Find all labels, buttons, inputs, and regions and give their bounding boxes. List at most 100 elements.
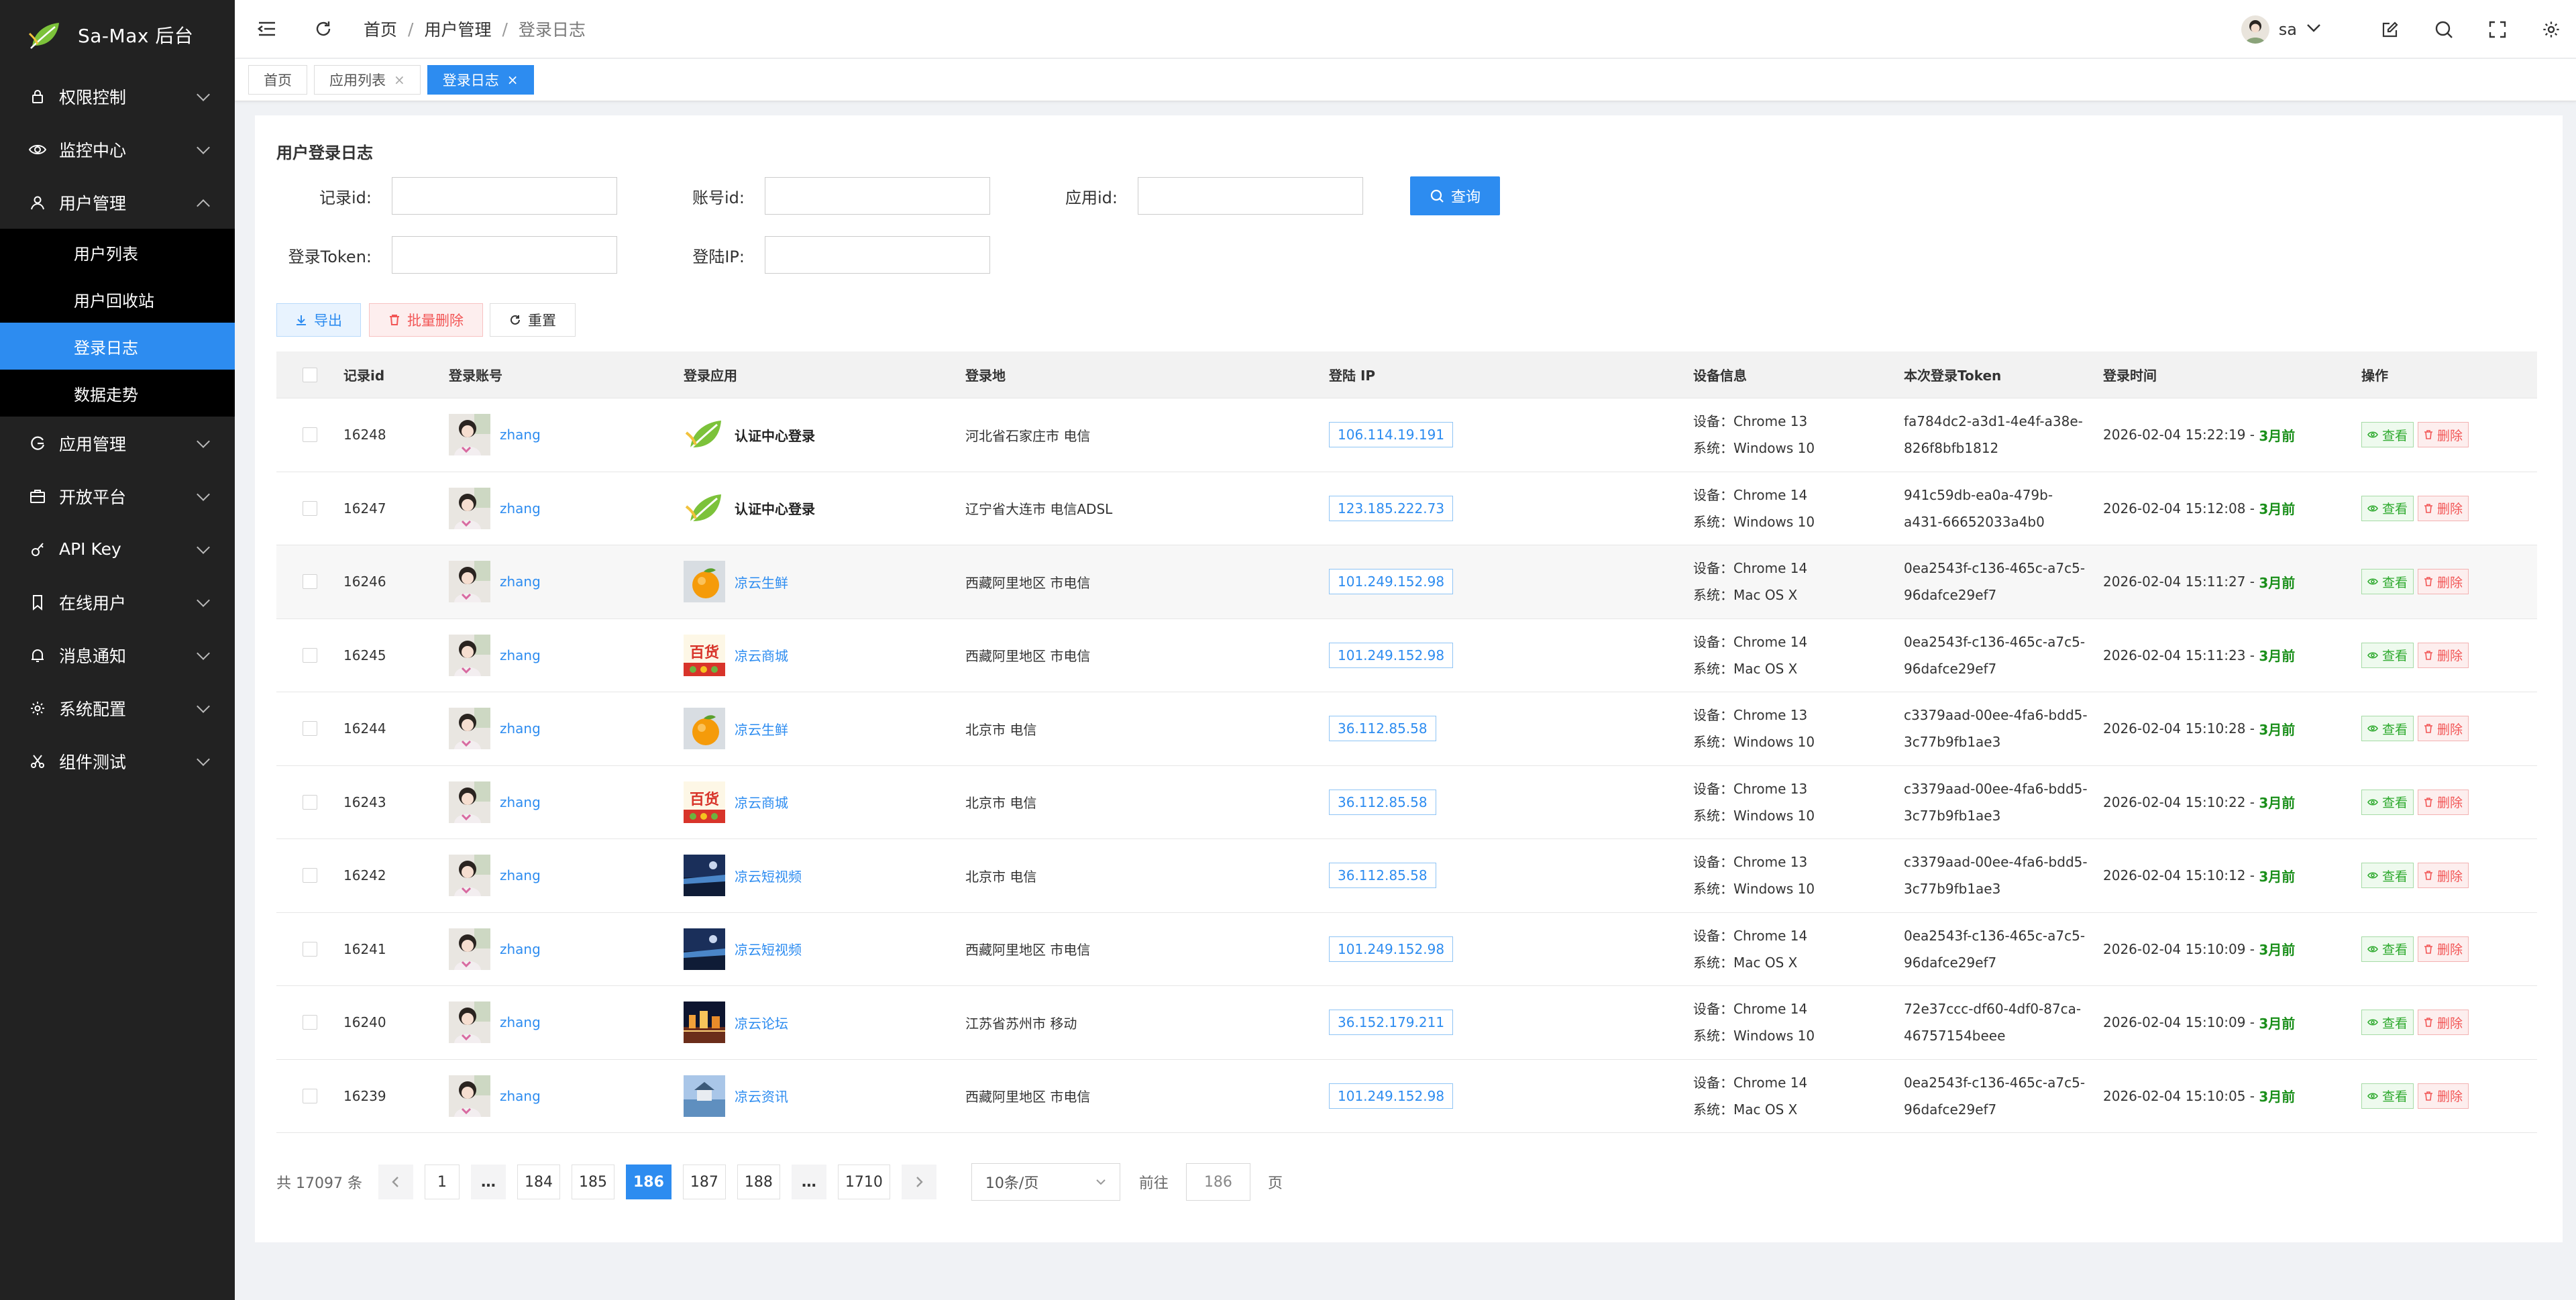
account-link[interactable]: zhang [500, 647, 541, 663]
account-id-input[interactable] [765, 177, 990, 215]
row-checkbox[interactable] [303, 868, 317, 883]
view-button[interactable]: 查看 [2361, 422, 2414, 448]
export-button[interactable]: 导出 [276, 303, 361, 337]
app-name[interactable]: 凉云短视频 [735, 939, 802, 959]
page-button[interactable]: 185 [571, 1164, 614, 1199]
page-ellipsis-button[interactable]: … [791, 1164, 826, 1199]
brand[interactable]: Sa-Max 后台 [0, 0, 235, 70]
table-row[interactable]: 16243 zhang 百货 凉云商城 北京市 电信 36.112.85.58 设备：Chr… [276, 766, 2537, 839]
tab-home[interactable]: 首页 [248, 65, 307, 95]
sidebar-item-api-key[interactable]: API Key [0, 523, 235, 576]
sidebar-subitem-data-trend[interactable]: 数据走势 [0, 370, 235, 417]
row-checkbox[interactable] [303, 794, 317, 810]
account-link[interactable]: zhang [500, 794, 541, 810]
sidebar-subitem-login-log[interactable]: 登录日志 [0, 323, 235, 370]
sidebar-item-component-test[interactable]: 组件测试 [0, 735, 235, 788]
view-button[interactable]: 查看 [2361, 936, 2414, 962]
page-button[interactable]: 187 [682, 1164, 726, 1199]
sidebar-item-monitor[interactable]: 监控中心 [0, 123, 235, 176]
view-button[interactable]: 查看 [2361, 863, 2414, 889]
tab-app-list[interactable]: 应用列表 × [314, 65, 421, 95]
next-page-button[interactable] [901, 1164, 936, 1199]
delete-button[interactable]: 删除 [2418, 863, 2469, 889]
app-name[interactable]: 凉云生鲜 [735, 572, 788, 592]
delete-button[interactable]: 删除 [2418, 422, 2469, 448]
breadcrumb-user-management[interactable]: 用户管理 [424, 17, 491, 41]
breadcrumb-home[interactable]: 首页 [364, 17, 397, 41]
table-row[interactable]: 16248 zhang 认证中心登录 河北省石家庄市 电信 106.114.19.191… [276, 398, 2537, 472]
account-link[interactable]: zhang [500, 427, 541, 443]
app-id-input[interactable] [1138, 177, 1363, 215]
account-link[interactable]: zhang [500, 720, 541, 737]
delete-button[interactable]: 删除 [2418, 936, 2469, 962]
view-button[interactable]: 查看 [2361, 1083, 2414, 1109]
view-button[interactable]: 查看 [2361, 495, 2414, 521]
account-link[interactable]: zhang [500, 574, 541, 590]
sidebar-item-notifications[interactable]: 消息通知 [0, 629, 235, 682]
select-all-checkbox[interactable] [303, 367, 317, 382]
menu-toggle-icon[interactable] [254, 15, 280, 42]
gear-icon[interactable] [2540, 18, 2563, 41]
sidebar-item-system-config[interactable]: 系统配置 [0, 682, 235, 735]
view-button[interactable]: 查看 [2361, 789, 2414, 815]
row-checkbox[interactable] [303, 500, 317, 516]
page-ellipsis-button[interactable]: … [470, 1164, 506, 1199]
delete-button[interactable]: 删除 [2418, 495, 2469, 521]
close-icon[interactable]: × [394, 72, 405, 88]
edit-icon[interactable] [2379, 18, 2402, 41]
record-id-input[interactable] [392, 177, 617, 215]
app-name[interactable]: 凉云论坛 [735, 1013, 788, 1032]
page-size-select[interactable]: 10条/页 [971, 1163, 1120, 1201]
account-link[interactable]: zhang [500, 941, 541, 957]
table-row[interactable]: 16242 zhang 凉云短视频 北京市 电信 36.112.85.58 设备：Chro… [276, 839, 2537, 913]
user-menu[interactable]: sa [2241, 15, 2321, 44]
delete-button[interactable]: 删除 [2418, 789, 2469, 815]
sidebar-subitem-user-recycle[interactable]: 用户回收站 [0, 276, 235, 323]
batch-delete-button[interactable]: 批量删除 [369, 303, 483, 337]
account-link[interactable]: zhang [500, 500, 541, 517]
prev-page-button[interactable] [378, 1164, 413, 1199]
view-button[interactable]: 查看 [2361, 1010, 2414, 1036]
delete-button[interactable]: 删除 [2418, 642, 2469, 668]
table-row[interactable]: 16244 zhang 凉云生鲜 北京市 电信 36.112.85.58 设备：Chrom… [276, 692, 2537, 766]
view-button[interactable]: 查看 [2361, 642, 2414, 668]
delete-button[interactable]: 删除 [2418, 1083, 2469, 1109]
refresh-icon[interactable] [310, 15, 337, 42]
tab-login-log[interactable]: 登录日志 × [427, 65, 534, 95]
sidebar-item-online-users[interactable]: 在线用户 [0, 576, 235, 629]
search-icon[interactable] [2432, 18, 2455, 41]
table-row[interactable]: 16240 zhang 凉云论坛 江苏省苏州市 移动 36.152.179.211 设备：… [276, 986, 2537, 1060]
fullscreen-icon[interactable] [2486, 18, 2509, 41]
close-icon[interactable]: × [507, 72, 519, 88]
page-button[interactable]: 1 [424, 1164, 460, 1199]
app-name[interactable]: 凉云商城 [735, 645, 788, 665]
token-input[interactable] [392, 236, 617, 274]
row-checkbox[interactable] [303, 427, 317, 443]
page-button[interactable]: 1710 [837, 1164, 890, 1199]
delete-button[interactable]: 删除 [2418, 569, 2469, 595]
account-link[interactable]: zhang [500, 1014, 541, 1030]
row-checkbox[interactable] [303, 647, 317, 663]
reset-button[interactable]: 重置 [490, 303, 576, 337]
table-row[interactable]: 16239 zhang 凉云资讯 西藏阿里地区 市电信 101.249.152.98 设备… [276, 1060, 2537, 1133]
search-button[interactable]: 查询 [1410, 176, 1500, 215]
row-checkbox[interactable] [303, 1088, 317, 1103]
account-link[interactable]: zhang [500, 867, 541, 883]
view-button[interactable]: 查看 [2361, 569, 2414, 595]
goto-page-input[interactable]: 186 [1185, 1163, 1250, 1201]
row-checkbox[interactable] [303, 721, 317, 737]
sidebar-item-app-management[interactable]: 应用管理 [0, 417, 235, 470]
app-name[interactable]: 凉云短视频 [735, 866, 802, 885]
sidebar-subitem-user-list[interactable]: 用户列表 [0, 229, 235, 276]
delete-button[interactable]: 删除 [2418, 1010, 2469, 1036]
row-checkbox[interactable] [303, 1015, 317, 1030]
page-button[interactable]: 188 [737, 1164, 780, 1199]
view-button[interactable]: 查看 [2361, 716, 2414, 742]
table-row[interactable]: 16245 zhang 百货 凉云商城 西藏阿里地区 市电信 101.249.152.98… [276, 619, 2537, 692]
page-button[interactable]: 186 [625, 1164, 672, 1199]
sidebar-item-user-management[interactable]: 用户管理 [0, 176, 235, 229]
table-row[interactable]: 16247 zhang 认证中心登录 辽宁省大连市 电信ADSL 123.185.222… [276, 472, 2537, 545]
app-name[interactable]: 凉云商城 [735, 792, 788, 812]
table-row[interactable]: 16246 zhang 凉云生鲜 西藏阿里地区 市电信 101.249.152.98 设备… [276, 545, 2537, 619]
delete-button[interactable]: 删除 [2418, 716, 2469, 742]
